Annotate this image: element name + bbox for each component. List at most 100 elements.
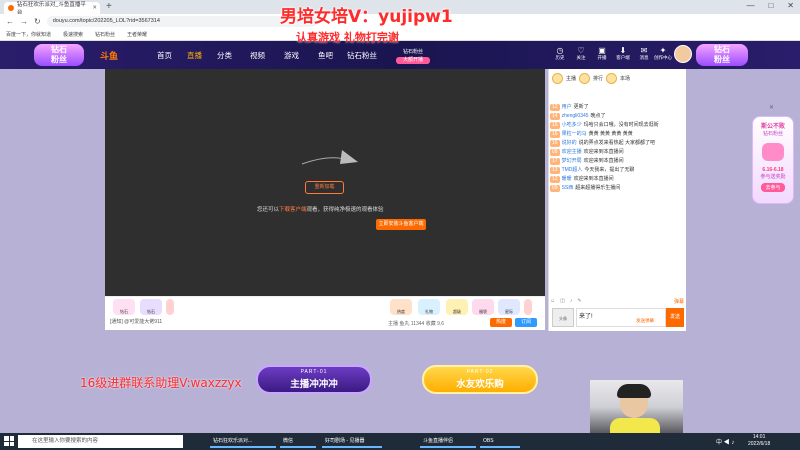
nav-item-fishbar[interactable]: 鱼吧: [318, 50, 333, 61]
chat-message-list[interactable]: 12 用户 更新了 14 zhengli0345 晚点了 15 小吃多少 玛哈只会口哦，没有…: [550, 104, 684, 194]
chat-message: 12 用户 更新了: [550, 104, 589, 111]
camera-icon: ▣: [598, 46, 606, 55]
chat-message: 12 暖暖 欢迎来到本直播间: [550, 176, 614, 183]
chat-tab[interactable]: 主播: [566, 75, 576, 82]
loading-fish-icon: [301, 150, 358, 165]
windows-start-icon[interactable]: [4, 436, 14, 446]
gift-item[interactable]: 星际: [498, 299, 520, 315]
window-controls: — □ ✕: [746, 1, 794, 10]
heart-icon: ♡: [577, 46, 585, 55]
gift-item[interactable]: 钻石: [140, 299, 162, 315]
taskbar-app-obs[interactable]: OBS: [480, 435, 520, 448]
chat-header: 主播 排行 本场: [552, 71, 682, 85]
minimize-icon[interactable]: —: [746, 1, 754, 10]
diamond-fan-badge-right[interactable]: 钻石 粉丝: [696, 44, 748, 66]
stream-stats: 主播 鱼丸 11344 收藏 9.6: [388, 321, 445, 327]
taskbar-search-input[interactable]: 在这里输入你要搜索的内容: [18, 435, 183, 448]
bookmark-item[interactable]: 百度一下，你就知道: [6, 31, 51, 38]
clock-date: 2022/6/18: [748, 441, 771, 447]
install-client-button[interactable]: 立即安装斗鱼客户端: [376, 219, 426, 230]
gift-item[interactable]: 热度: [390, 299, 412, 315]
chat-message: 13 TMD超人 今天我来，提出了无聊: [550, 167, 635, 174]
emoji-icon[interactable]: ☺: [550, 298, 555, 304]
subscribe-button[interactable]: 订阅: [515, 318, 537, 327]
bookmark-item[interactable]: 钻石粉丝: [95, 31, 115, 38]
history-icon: ◷: [556, 46, 564, 55]
gift-item[interactable]: 钻石: [113, 299, 135, 315]
bookmark-item[interactable]: 王者荣耀: [127, 31, 147, 38]
chat-message: 14 zhengli0345 晚点了: [550, 113, 606, 120]
chat-tab[interactable]: 本场: [620, 75, 630, 82]
creator-button[interactable]: ✦ 创作中心: [651, 46, 675, 61]
send-button[interactable]: 发送: [666, 308, 684, 327]
taskbar-clock[interactable]: 14:01 2022/6/18: [748, 434, 770, 448]
part2-banner[interactable]: PART-02 水友欢乐购: [422, 365, 538, 394]
medal-icon: [552, 72, 563, 84]
taskbar-app-wechat[interactable]: 微信: [280, 435, 316, 448]
user-avatar[interactable]: [674, 45, 692, 63]
gift-item[interactable]: 超级: [446, 299, 468, 315]
tab-close-icon[interactable]: ✕: [92, 5, 97, 11]
bookmarks-bar: 百度一下，你就知道 极速搜索 钻石粉丝 王者荣耀: [0, 29, 800, 41]
nav-item-video[interactable]: 视频: [250, 50, 265, 61]
url-input[interactable]: douyu.com/topic/202205_LOL?rid=3567314: [46, 16, 317, 27]
close-window-icon[interactable]: ✕: [787, 1, 794, 10]
taskbar-app-player[interactable]: 好司剧场 - 见播器: [322, 435, 382, 448]
system-tray[interactable]: 中 ◀ ♪: [716, 437, 734, 446]
part2-title: 水友欢乐购: [456, 379, 504, 390]
forward-icon[interactable]: →: [20, 17, 28, 26]
music-icon[interactable]: ♪: [570, 298, 573, 304]
nav-promo-label: 钻石粉丝: [402, 49, 423, 55]
gift-item[interactable]: 福袋: [472, 299, 494, 315]
promo-go-button[interactable]: 去参与: [761, 183, 785, 192]
chat-message: 16 果粒一的马 黄黄 黄黄 黄黄 黄黄: [550, 131, 633, 138]
promo-card[interactable]: 斯公不败 钻石粉丝 6.16-6.18 参与送奖励 去参与: [752, 116, 794, 204]
contact-overlay: 16级进群联系助理V:waxzzyx: [80, 376, 242, 390]
gift-scroll[interactable]: [166, 299, 174, 315]
nav-item-games[interactable]: 游戏: [284, 50, 299, 61]
nav-item-diamond[interactable]: 钻石粉丝: [347, 50, 377, 61]
bookmark-item[interactable]: 极速搜索: [63, 31, 83, 38]
nav-item-home[interactable]: 首页: [157, 50, 172, 61]
chat-avatar: 头像: [552, 308, 574, 327]
reload-icon[interactable]: ↻: [34, 17, 41, 26]
webcam-feed: [590, 380, 683, 440]
browser-tab[interactable]: 钻石狂欢乐派对_斗鱼直播平台 ✕: [4, 2, 100, 16]
creator-icon: ✦: [659, 46, 667, 55]
gift-scroll-right[interactable]: [524, 299, 532, 315]
taskbar-app-douyu[interactable]: 斗鱼直播伴侣: [420, 435, 476, 448]
new-tab-button[interactable]: +: [106, 1, 112, 12]
taskbar-app-browser[interactable]: 钻石狂欢乐派对...: [210, 435, 276, 448]
edit-icon[interactable]: ✎: [577, 298, 581, 304]
download-client-link[interactable]: 下载客户端: [279, 207, 307, 213]
site-favicon-icon: [8, 5, 14, 11]
heart-gift-icon: [762, 143, 784, 161]
maximize-icon[interactable]: □: [768, 1, 773, 10]
follow-button[interactable]: ♡ 关注: [571, 46, 591, 61]
chat-message: 08 欢迎主播 欢迎来到本直播间: [550, 149, 624, 156]
hot-button[interactable]: 热度: [490, 318, 512, 327]
chat-tab[interactable]: 排行: [593, 75, 603, 82]
back-icon[interactable]: ←: [6, 17, 14, 26]
diamond-fan-badge[interactable]: 钻石 粉丝: [34, 44, 84, 66]
nav-item-category[interactable]: 分类: [217, 50, 232, 61]
part1-banner[interactable]: PART-01 主播冲冲冲: [256, 365, 372, 394]
reload-button[interactable]: 重新加载: [305, 181, 344, 194]
client-button[interactable]: ⬇ 客户端: [613, 46, 633, 61]
stream-overlay-subtitle: 认真游戏 礼物打完谢: [296, 31, 399, 44]
chat-message: 09 SS西 超来超播得乐生播间: [550, 185, 621, 192]
chat-toolbar: ☺ ◫ ♪ ✎ 弹幕: [550, 296, 684, 306]
nav-promo[interactable]: 钻石粉丝 大额开播: [396, 48, 430, 64]
chat-message: 17 梦幻开局 欢迎来到本直播间: [550, 158, 624, 165]
stream-overlay-title: 男培女培V：yujipw1: [280, 7, 453, 27]
close-promo-icon[interactable]: ✕: [769, 104, 775, 112]
nav-item-live[interactable]: 直播: [187, 50, 202, 61]
danmaku-toggle[interactable]: 弹幕: [674, 298, 684, 305]
history-button[interactable]: ◷ 历史: [550, 46, 570, 61]
broadcast-button[interactable]: ▣ 开播: [592, 46, 612, 61]
image-icon[interactable]: ◫: [560, 298, 565, 304]
gift-item[interactable]: 礼物: [418, 299, 440, 315]
site-logo[interactable]: 斗鱼: [100, 49, 118, 62]
promo-note: 参与送奖励: [760, 174, 786, 180]
download-icon: ⬇: [619, 46, 627, 55]
